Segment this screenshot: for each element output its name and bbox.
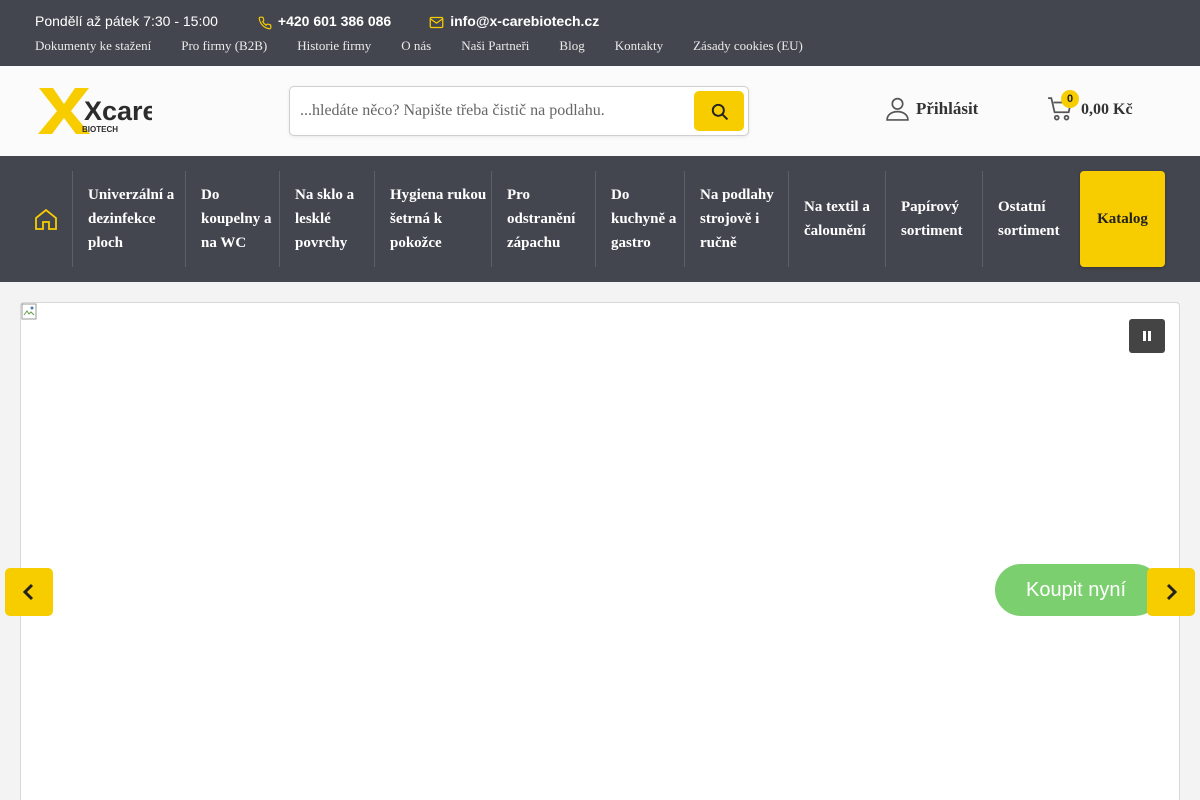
pause-button[interactable]	[1129, 319, 1165, 353]
search-input[interactable]	[300, 99, 690, 123]
cart-button[interactable]: 0 0,00 Kč	[1047, 90, 1133, 124]
search-button[interactable]	[694, 91, 744, 131]
link-blog[interactable]: Blog	[559, 38, 584, 54]
login-label: Přihlásit	[916, 98, 979, 118]
nav-item-kitchen[interactable]: Do kuchyně a gastro	[595, 171, 684, 267]
site-header: Xcare BIOTECH Přihlásit 0 0,00 Kč	[0, 66, 1200, 156]
logo-subtext: BIOTECH	[82, 125, 118, 134]
nav-item-label: Hygiena rukou šetrná k pokožce	[390, 187, 487, 251]
slider-prev-button[interactable]	[5, 568, 53, 616]
nav-item-label: Do kuchyně a gastro	[611, 187, 677, 251]
email-link[interactable]: info@x-carebiotech.cz	[429, 13, 599, 29]
nav-item-glass[interactable]: Na sklo a lesklé povrchy	[279, 171, 374, 267]
logo-text: Xcare	[84, 96, 152, 126]
buy-now-button[interactable]: Koupit nyní	[995, 564, 1161, 616]
opening-hours: Pondělí až pátek 7:30 - 15:00	[35, 13, 218, 29]
nav-item-label: Pro odstranění zápachu	[507, 187, 576, 251]
nav-item-label: Na textil a čalounění	[804, 199, 870, 239]
link-downloads[interactable]: Dokumenty ke stažení	[35, 38, 151, 54]
phone-icon	[258, 16, 272, 29]
chevron-right-icon	[1166, 583, 1178, 601]
link-cookies[interactable]: Zásady cookies (EU)	[693, 38, 803, 54]
nav-item-other[interactable]: Ostatní sortiment	[982, 171, 1076, 267]
login-button[interactable]: Přihlásit	[885, 96, 978, 121]
nav-item-label: Papírový sortiment	[901, 199, 963, 239]
chevron-left-icon	[22, 583, 34, 601]
nav-item-odor[interactable]: Pro odstranění zápachu	[491, 171, 595, 267]
nav-item-hand-hygiene[interactable]: Hygiena rukou šetrná k pokožce	[374, 171, 491, 267]
slider-next-button[interactable]	[1147, 568, 1195, 616]
nav-item-paper[interactable]: Papírový sortiment	[885, 171, 982, 267]
cart-total: 0,00 Kč	[1081, 101, 1133, 118]
home-icon	[35, 208, 57, 230]
link-b2b[interactable]: Pro firmy (B2B)	[181, 38, 267, 54]
link-contacts[interactable]: Kontakty	[615, 38, 663, 54]
link-about[interactable]: O nás	[401, 38, 431, 54]
top-links: Dokumenty ke stažení Pro firmy (B2B) His…	[35, 38, 833, 54]
nav-item-label: Ostatní sortiment	[998, 199, 1060, 239]
nav-item-textile[interactable]: Na textil a čalounění	[788, 171, 885, 267]
category-nav: Univerzální a dezinfekce ploch Do koupel…	[0, 156, 1200, 282]
pause-icon	[1143, 331, 1151, 341]
nav-item-label: Na sklo a lesklé povrchy	[295, 187, 355, 251]
cart-count-badge: 0	[1061, 90, 1079, 108]
mail-icon	[429, 16, 444, 29]
nav-item-label: Do koupelny a na WC	[201, 187, 272, 251]
top-info-bar: Pondělí až pátek 7:30 - 15:00 +420 601 3…	[0, 0, 1200, 66]
link-partners[interactable]: Naši Partneři	[461, 38, 529, 54]
nav-item-floors[interactable]: Na podlahy strojově i ručně	[684, 171, 788, 267]
katalog-button[interactable]: Katalog	[1080, 171, 1165, 267]
email-address: info@x-carebiotech.cz	[450, 13, 600, 29]
nav-item-label: Univerzální a dezinfekce ploch	[88, 187, 175, 251]
link-history[interactable]: Historie firmy	[297, 38, 371, 54]
phone-number: +420 601 386 086	[277, 13, 392, 29]
user-icon	[886, 97, 909, 121]
nav-item-universal[interactable]: Univerzální a dezinfekce ploch	[72, 171, 185, 267]
nav-item-bathroom[interactable]: Do koupelny a na WC	[185, 171, 279, 267]
logo[interactable]: Xcare BIOTECH	[37, 86, 152, 136]
home-button[interactable]	[20, 171, 72, 267]
search-icon	[711, 103, 728, 120]
phone-link[interactable]: +420 601 386 086	[258, 13, 391, 30]
broken-image-icon	[21, 303, 37, 320]
search-box	[289, 86, 749, 136]
hero-slider: Koupit nyní	[20, 302, 1180, 800]
nav-item-label: Na podlahy strojově i ručně	[700, 187, 774, 251]
